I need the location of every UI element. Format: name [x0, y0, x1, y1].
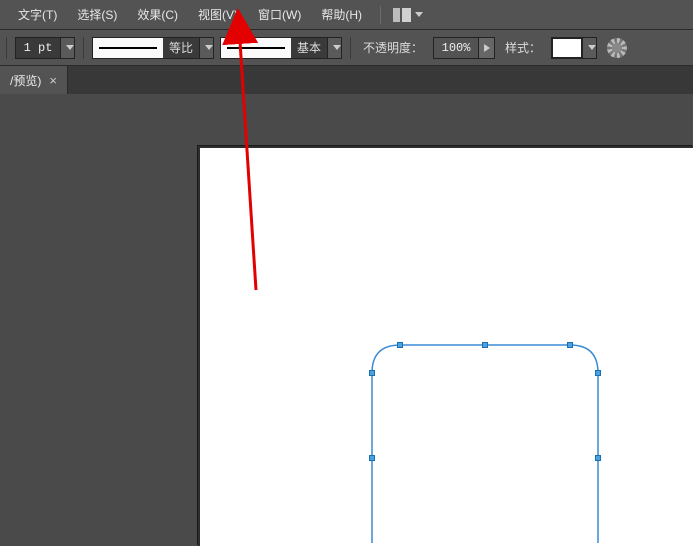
anchor-handle[interactable] — [595, 370, 601, 376]
anchor-handle[interactable] — [369, 455, 375, 461]
line-preview — [221, 38, 291, 58]
selected-shape[interactable] — [370, 343, 620, 543]
opacity-flyout[interactable] — [478, 38, 494, 58]
stroke-width-input[interactable] — [16, 38, 60, 58]
stroke-width[interactable] — [15, 37, 75, 59]
work-area — [0, 94, 693, 501]
anchor-handle[interactable] — [595, 455, 601, 461]
shape-path-right — [400, 345, 598, 543]
menu-window[interactable]: 窗口(W) — [248, 2, 311, 27]
menu-view[interactable]: 视图(V) — [188, 2, 248, 27]
brush-dropdown[interactable] — [327, 38, 341, 58]
opacity-input[interactable] — [434, 38, 478, 58]
menu-effect[interactable]: 效果(C) — [127, 2, 188, 27]
gear-icon[interactable] — [607, 38, 627, 58]
menu-select[interactable]: 选择(S) — [67, 2, 127, 27]
stroke-width-stepper[interactable] — [60, 38, 74, 58]
shape-path-left — [372, 345, 400, 543]
style-label: 样式： — [501, 39, 545, 56]
menu-help[interactable]: 帮助(H) — [311, 2, 372, 27]
chevron-down-icon — [415, 12, 423, 17]
menu-text[interactable]: 文字(T) — [8, 2, 67, 27]
menubar: 文字(T) 选择(S) 效果(C) 视图(V) 窗口(W) 帮助(H) — [0, 0, 693, 30]
profile-dropdown[interactable] — [199, 38, 213, 58]
document-tabs: /预览) × — [0, 66, 693, 94]
opacity-label: 不透明度： — [359, 39, 427, 56]
line-preview — [93, 38, 163, 58]
tab-title: /预览) — [10, 72, 41, 89]
layout-icon — [393, 8, 411, 22]
menu-divider — [380, 6, 381, 24]
close-icon[interactable]: × — [49, 73, 57, 88]
graphic-style[interactable] — [551, 37, 597, 59]
artboard[interactable] — [200, 148, 693, 546]
style-dropdown[interactable] — [582, 38, 596, 58]
anchor-handle[interactable] — [567, 342, 573, 348]
brush-definition[interactable]: 基本 — [220, 37, 342, 59]
anchor-handle[interactable] — [369, 370, 375, 376]
opacity-control[interactable] — [433, 37, 495, 59]
workspace-switcher[interactable] — [389, 8, 423, 22]
chevron-right-icon — [484, 44, 490, 52]
style-swatch — [552, 38, 582, 58]
anchor-handle[interactable] — [482, 342, 488, 348]
brush-label: 基本 — [291, 38, 327, 58]
chevron-down-icon — [66, 45, 74, 50]
document-tab[interactable]: /预览) × — [0, 66, 68, 94]
profile-label: 等比 — [163, 38, 199, 58]
chevron-down-icon — [205, 45, 213, 50]
pasteboard — [198, 146, 693, 546]
divider — [350, 37, 351, 59]
anchor-handle[interactable] — [397, 342, 403, 348]
chevron-down-icon — [588, 45, 596, 50]
options-bar: 等比 基本 不透明度： 样式： — [0, 30, 693, 66]
chevron-down-icon — [333, 45, 341, 50]
variable-width-profile[interactable]: 等比 — [92, 37, 214, 59]
divider — [6, 37, 7, 59]
divider — [83, 37, 84, 59]
